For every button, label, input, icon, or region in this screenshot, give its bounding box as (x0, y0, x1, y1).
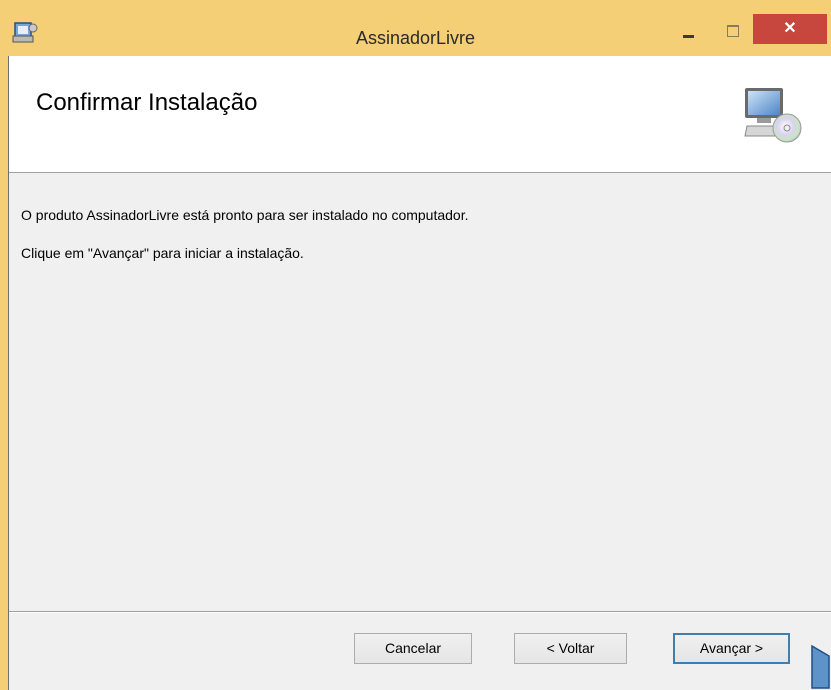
dialog-client-area: Confirmar Instalação O produto Assinador… (8, 56, 831, 690)
computer-cd-icon (744, 88, 802, 143)
maximize-button[interactable] (721, 22, 745, 42)
cancel-button[interactable]: Cancelar (354, 633, 472, 664)
info-text-instruction: Clique em "Avançar" para iniciar a insta… (21, 245, 304, 261)
info-text-ready: O produto AssinadorLivre está pronto par… (21, 207, 469, 223)
mouse-cursor-icon (811, 644, 830, 689)
installer-window: AssinadorLivre ✕ Confirmar Instalação O … (0, 0, 831, 690)
close-button[interactable]: ✕ (753, 14, 827, 44)
minimize-button[interactable] (676, 22, 700, 42)
footer-divider (9, 611, 831, 613)
title-bar[interactable]: AssinadorLivre ✕ (0, 0, 831, 56)
window-title: AssinadorLivre (355, 28, 476, 48)
close-icon: ✕ (783, 20, 797, 37)
header-banner: Confirmar Instalação (9, 56, 831, 173)
page-title: Confirmar Instalação (36, 89, 258, 116)
next-button[interactable]: Avançar > (673, 633, 790, 664)
back-button[interactable]: < Voltar (514, 633, 627, 664)
